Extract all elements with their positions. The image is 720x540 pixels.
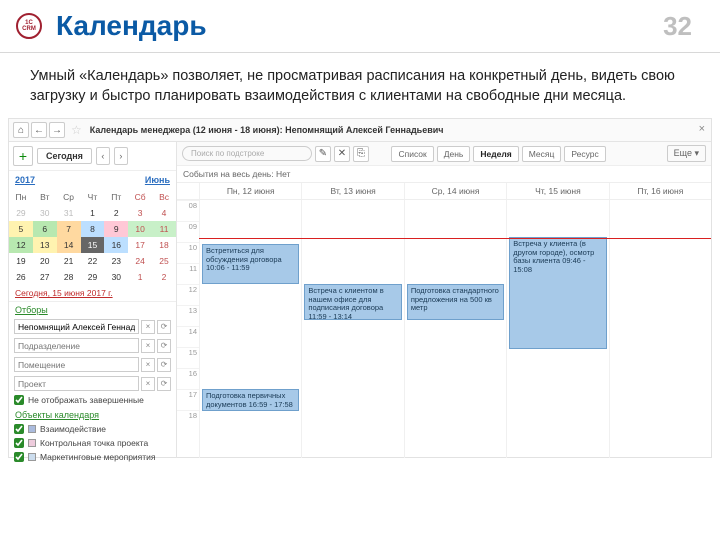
more-button[interactable]: Еще ▾ — [667, 145, 706, 162]
clear-icon[interactable]: × — [141, 377, 155, 391]
window-toolbar: ⌂ ← → ☆ Календарь менеджера (12 июня - 1… — [9, 119, 711, 142]
refresh-icon[interactable]: ⟳ — [157, 339, 171, 353]
refresh-icon[interactable]: ⟳ — [157, 377, 171, 391]
month-picker[interactable]: Июнь — [145, 175, 170, 185]
day-header: Пн, 12 июня — [199, 183, 301, 199]
now-indicator — [199, 238, 711, 239]
slide-description: Умный «Календарь» позволяет, не просматр… — [0, 67, 720, 118]
today-button[interactable]: Сегодня — [37, 148, 92, 164]
add-event-button[interactable]: + — [13, 146, 33, 166]
forward-button[interactable]: → — [49, 122, 65, 138]
calendar-grid: 0809101112131415161718 Встретиться для о… — [177, 200, 711, 458]
day-header: Чт, 15 июня — [506, 183, 608, 199]
year-picker[interactable]: 2017 — [15, 175, 35, 185]
page-title: Календарь — [56, 10, 207, 42]
clear-icon[interactable]: × — [141, 358, 155, 372]
delete-icon[interactable]: ✕ — [334, 146, 350, 162]
event-block[interactable]: Подготовка первичных документов 16:59 - … — [202, 389, 299, 411]
filter-division[interactable] — [14, 338, 139, 353]
hide-completed-checkbox[interactable] — [14, 395, 24, 405]
filter-project[interactable] — [14, 376, 139, 391]
filter-employee[interactable] — [14, 319, 139, 334]
sidebar: + Сегодня ‹ › 2017 Июнь ПнВтСрЧтПтСбВс 2… — [9, 142, 177, 458]
refresh-icon[interactable]: ⟳ — [157, 358, 171, 372]
event-block[interactable]: Встреча у клиента (в другом городе), осм… — [509, 237, 606, 349]
day-header: Пт, 16 июня — [609, 183, 711, 199]
day-header: Ср, 14 июня — [404, 183, 506, 199]
refresh-icon[interactable]: ⟳ — [157, 320, 171, 334]
mini-calendar: ПнВтСрЧтПтСбВс 2930311234 567891011 1213… — [9, 189, 176, 285]
objects-label: Объекты календаря — [9, 407, 176, 422]
window-title: Календарь менеджера (12 июня - 18 июня):… — [90, 125, 444, 135]
calendar-window: ⌂ ← → ☆ Календарь менеджера (12 июня - 1… — [8, 118, 712, 458]
view-day[interactable]: День — [437, 146, 471, 162]
logo: 1C CRM — [16, 13, 42, 39]
allday-row: События на весь день: Нет — [177, 166, 711, 183]
favorite-icon[interactable]: ☆ — [71, 123, 82, 137]
page-number: 32 — [663, 11, 692, 42]
obj-check-3[interactable] — [14, 452, 24, 462]
view-resource[interactable]: Ресурс — [564, 146, 605, 162]
view-month[interactable]: Месяц — [522, 146, 562, 162]
obj-check-2[interactable] — [14, 438, 24, 448]
event-block[interactable]: Встретиться для обсуждения договора 10:0… — [202, 244, 299, 284]
obj-check-1[interactable] — [14, 424, 24, 434]
clear-icon[interactable]: × — [141, 339, 155, 353]
view-week[interactable]: Неделя — [473, 146, 518, 162]
filter-room[interactable] — [14, 357, 139, 372]
day-header: Вт, 13 июня — [301, 183, 403, 199]
link-icon[interactable]: ⎘ — [353, 146, 369, 162]
back-button[interactable]: ← — [31, 122, 47, 138]
search-input[interactable]: Поиск по подстроке — [182, 146, 312, 161]
prev-period-button[interactable]: ‹ — [96, 147, 110, 165]
event-block[interactable]: Встреча с клиентом в нашем офисе для под… — [304, 284, 401, 320]
event-block[interactable]: Подготовка стандартного предложения на 5… — [407, 284, 504, 320]
home-button[interactable]: ⌂ — [13, 122, 29, 138]
view-list[interactable]: Список — [391, 146, 433, 162]
today-link[interactable]: Сегодня, 15 июня 2017 г. — [9, 285, 176, 302]
edit-icon[interactable]: ✎ — [315, 146, 331, 162]
calendar-main: Поиск по подстроке ✎ ✕ ⎘ Список День Нед… — [177, 142, 711, 458]
next-period-button[interactable]: › — [114, 147, 128, 165]
close-button[interactable]: × — [699, 123, 705, 135]
filters-label: Отборы — [9, 302, 176, 317]
clear-icon[interactable]: × — [141, 320, 155, 334]
